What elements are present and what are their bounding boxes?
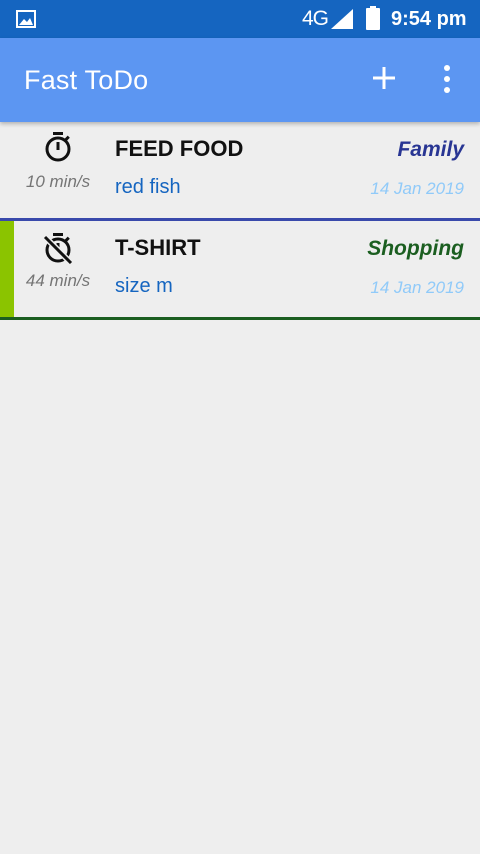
battery-icon <box>366 6 380 30</box>
signal-icon <box>331 9 353 29</box>
accent-bar <box>0 221 14 317</box>
todo-item[interactable]: 10 min/s FEED FOOD Family red fish 14 Ja… <box>0 122 480 221</box>
more-vert-icon[interactable] <box>438 64 456 94</box>
image-icon <box>16 10 36 28</box>
app-bar: Fast ToDo <box>0 38 480 122</box>
network-type: 4G <box>302 7 329 30</box>
todo-note: size m <box>115 275 173 297</box>
todo-date: 14 Jan 2019 <box>370 179 464 198</box>
timer-icon <box>45 132 71 162</box>
duration-label: 10 min/s <box>25 172 91 191</box>
status-bar: 4G 9:54 pm <box>0 0 480 38</box>
todo-title: T-SHIRT <box>115 235 201 260</box>
category-label: Shopping <box>367 237 464 260</box>
todo-list: 10 min/s FEED FOOD Family red fish 14 Ja… <box>0 122 480 320</box>
app-title: Fast ToDo <box>24 65 149 95</box>
todo-item[interactable]: 44 min/s T-SHIRT Shopping size m 14 Jan … <box>0 221 480 320</box>
add-icon[interactable] <box>367 61 401 95</box>
todo-date: 14 Jan 2019 <box>370 278 464 297</box>
status-time: 9:54 pm <box>391 8 467 30</box>
todo-title: FEED FOOD <box>115 136 244 161</box>
todo-note: red fish <box>115 176 181 198</box>
duration-label: 44 min/s <box>25 271 91 290</box>
timer-off-icon <box>42 233 74 264</box>
category-label: Family <box>397 138 464 161</box>
